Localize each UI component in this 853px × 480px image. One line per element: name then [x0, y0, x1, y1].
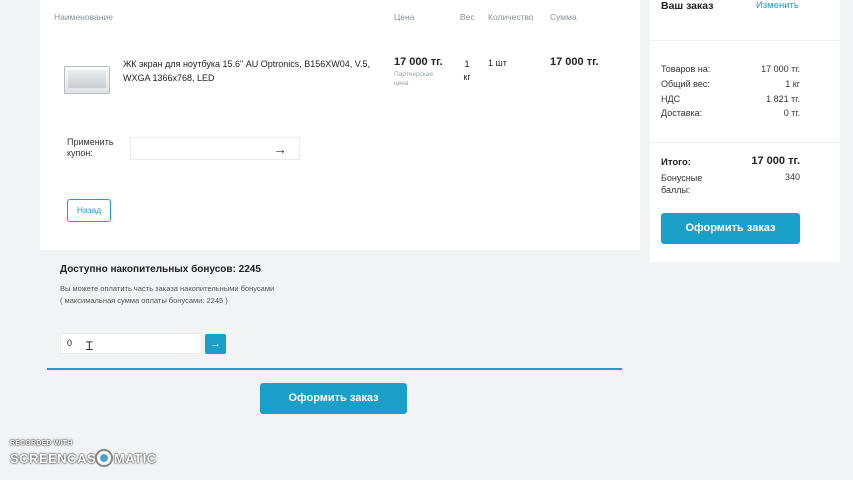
- back-button[interactable]: Назад: [67, 199, 111, 222]
- column-price: Цена: [394, 12, 415, 22]
- summary-value-vat: 1 821 тг.: [766, 94, 800, 104]
- column-name: Наименование: [54, 12, 113, 22]
- product-sum: 17 000 тг.: [550, 56, 599, 68]
- bonus-divider: [47, 368, 622, 370]
- bonus-apply-button[interactable]: →: [205, 334, 226, 354]
- column-qty: Количество: [488, 12, 534, 22]
- order-summary-title: Ваш заказ: [661, 0, 714, 12]
- product-weight: 1 кг: [463, 59, 471, 82]
- checkout-button[interactable]: Оформить заказ: [260, 383, 407, 414]
- bonus-desc-line1: Вы можете оплатить часть заказа накопите…: [60, 284, 275, 293]
- bonus-desc-line2: ( максимальная сумма оплаты бонусами: 22…: [60, 296, 228, 305]
- watermark-recorded: RECORDED WITH: [10, 440, 73, 447]
- summary-label-delivery: Доставка:: [661, 108, 703, 118]
- column-weight: Вес: [460, 12, 475, 22]
- bonus-points-value: 340: [784, 172, 800, 182]
- summary-value-goods: 17 000 тг.: [761, 64, 800, 74]
- bonus-title: Доступно накопительных бонусов: 2245: [60, 264, 261, 275]
- summary-label-weight: Общий вес:: [661, 79, 710, 89]
- edit-order-link[interactable]: Изменить: [756, 0, 799, 11]
- screencast-watermark: RECORDED WITH SCREENCAST MATIC: [10, 440, 160, 472]
- price-note: Партнерская цена: [394, 71, 433, 87]
- watermark-matic: MATIC: [114, 451, 157, 466]
- bonus-points-label: Бонусные баллы:: [661, 173, 703, 195]
- summary-label-goods: Товаров на:: [661, 64, 711, 74]
- coupon-label: Применить купон:: [67, 137, 114, 158]
- sidebar-checkout-button[interactable]: Оформить заказ: [661, 213, 800, 244]
- total-value: 17 000 тг.: [751, 155, 800, 167]
- product-image[interactable]: [64, 66, 110, 94]
- bonus-amount-input[interactable]: 0: [60, 333, 202, 354]
- summary-divider-2: [650, 142, 840, 143]
- cart-panel: [40, 0, 640, 250]
- coupon-apply-arrow-icon[interactable]: →: [270, 140, 290, 158]
- product-qty[interactable]: 1 шт: [488, 58, 507, 68]
- text-cursor-icon: Ɪ: [86, 339, 93, 353]
- summary-value-weight: 1 кг: [785, 79, 800, 89]
- total-label: Итого:: [661, 157, 691, 168]
- summary-divider: [650, 40, 840, 41]
- column-sum: Сумма: [550, 12, 577, 22]
- bonus-description: Вы можете оплатить часть заказа накопите…: [60, 283, 274, 307]
- product-name-link[interactable]: ЖК экран для ноутбука 15.6" AU Optronics…: [123, 57, 381, 85]
- product-price: 17 000 тг.: [394, 56, 443, 68]
- watermark-logo-icon: [95, 449, 113, 467]
- watermark-screencast: SCREENCAST: [10, 451, 105, 466]
- summary-value-delivery: 0 тг.: [783, 108, 800, 118]
- summary-label-vat: НДС: [661, 94, 681, 104]
